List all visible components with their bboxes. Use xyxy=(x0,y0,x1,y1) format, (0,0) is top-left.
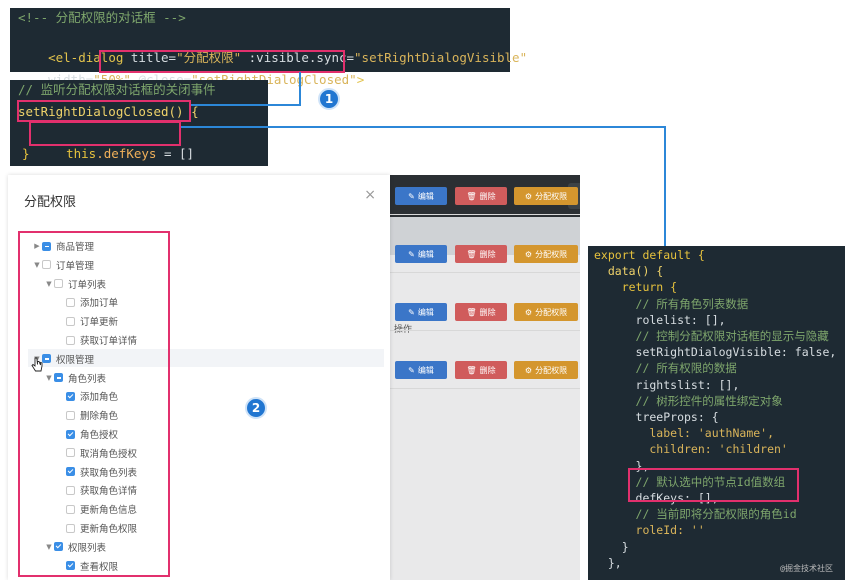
close-icon[interactable]: × xyxy=(364,187,376,203)
connector-1-vertical xyxy=(299,72,301,106)
edit-button-label: 编辑 xyxy=(417,191,434,201)
assign-rights-button-label: 分配权限 xyxy=(535,307,568,317)
code-line: data() { xyxy=(594,264,664,279)
code-line: rightslist: [], xyxy=(594,377,740,392)
delete-button[interactable]: 🗑 删除 xyxy=(455,187,507,205)
assign-rights-button-label: 分配权限 xyxy=(535,191,568,201)
defkeys-prop: .defKeys xyxy=(96,146,157,161)
pencil-icon: ✎ xyxy=(408,307,415,317)
empty-array: [] xyxy=(179,146,195,161)
edit-button[interactable]: ✎ 编辑 xyxy=(395,187,447,205)
gear-icon: ⚙ xyxy=(524,249,533,259)
delete-button-label: 删除 xyxy=(479,307,496,317)
table-row-divider xyxy=(388,330,580,331)
defkeys-data-highlight xyxy=(628,468,799,502)
tree-highlight xyxy=(18,231,170,577)
delete-button-label: 删除 xyxy=(479,365,496,375)
code-line: // 所有角色列表数据 xyxy=(594,296,749,311)
table-row-divider xyxy=(388,272,580,273)
data-code-block: export default { data() { return { // 所有… xyxy=(588,246,845,580)
table-row-divider xyxy=(388,388,580,389)
code-line: } xyxy=(594,539,629,554)
pencil-icon: ✎ xyxy=(408,249,415,259)
assign-rights-button[interactable]: ⚙ 分配权限 xyxy=(514,361,578,379)
code-line: // 所有权限的数据 xyxy=(594,361,737,376)
assign-rights-button[interactable]: ⚙ 分配权限 xyxy=(514,245,578,263)
el-dialog-open-line: <el-dialog title="分配权限" :visible.sync="s… xyxy=(18,28,527,65)
assign-rights-button-label: 分配权限 xyxy=(535,365,568,375)
visible-value: "setRightDialogVisible" xyxy=(354,50,528,65)
code-line: // 控制分配权限对话框的显示与隐藏 xyxy=(594,329,829,343)
watermark: @掘金技术社区 xyxy=(780,564,833,573)
handler-name-highlight xyxy=(17,100,191,122)
gear-icon: ⚙ xyxy=(524,307,533,317)
assign-rights-dialog: 分配权限 × ▶商品管理▼订单管理▼订单列表添加订单订单更新获取订单详情▼权限管… xyxy=(8,175,390,580)
gear-icon: ⚙ xyxy=(524,191,533,201)
cursor-icon xyxy=(31,357,43,372)
code-line: // 当前即将分配权限的角色id xyxy=(594,507,797,522)
edit-button-label: 编辑 xyxy=(417,249,434,259)
gear-icon: ⚙ xyxy=(524,365,533,375)
dialog-title: 分配权限 xyxy=(24,195,77,210)
code-line: // 树形控件的属性绑定对象 xyxy=(594,393,783,408)
handler-comment: // 监听分配权限对话框的关闭事件 xyxy=(18,82,216,97)
code-line: treeProps: { xyxy=(594,410,719,424)
delete-button-label: 删除 xyxy=(479,191,496,201)
connector-1-horizontal xyxy=(191,104,301,106)
operations-column-header: 操作 xyxy=(394,325,413,335)
assign-rights-button-label: 分配权限 xyxy=(535,249,568,259)
delete-button-label: 删除 xyxy=(479,249,496,259)
code-line: setRightDialogVisible: false, xyxy=(594,345,837,360)
delete-button[interactable]: 🗑 删除 xyxy=(455,361,507,379)
code-line: rolelist: [], xyxy=(594,312,726,327)
handler-close-brace: } xyxy=(22,146,30,161)
code-line: return { xyxy=(594,280,678,295)
edit-button[interactable]: ✎ 编辑 xyxy=(395,361,447,379)
assign-rights-button[interactable]: ⚙ 分配权限 xyxy=(514,187,578,205)
code-line: export default { xyxy=(594,248,705,262)
table-row-divider xyxy=(388,214,580,215)
code-line: }, xyxy=(594,555,622,570)
trash-icon: 🗑 xyxy=(466,365,477,375)
tag-end: > xyxy=(356,72,365,87)
connector-2-horizontal xyxy=(181,126,666,128)
equals: = xyxy=(156,146,180,161)
close-event-highlight xyxy=(99,50,345,73)
trash-icon: 🗑 xyxy=(466,191,477,201)
step-badge-2: 2 xyxy=(245,397,267,419)
edit-button-label: 编辑 xyxy=(417,307,434,317)
code-line: label: 'authName', xyxy=(594,426,775,441)
edit-button[interactable]: ✎ 编辑 xyxy=(395,245,447,263)
edit-button-label: 编辑 xyxy=(417,365,434,375)
trash-icon: 🗑 xyxy=(466,249,477,259)
pencil-icon: ✎ xyxy=(408,191,415,201)
template-comment: <!-- 分配权限的对话框 --> xyxy=(18,10,186,25)
defkeys-reset-highlight xyxy=(29,121,181,146)
delete-button[interactable]: 🗑 删除 xyxy=(455,303,507,321)
step-badge-1: 1 xyxy=(318,88,340,110)
this-keyword: this xyxy=(66,146,97,161)
code-line: roleId: '' xyxy=(594,523,705,538)
code-line: children: 'children' xyxy=(594,442,788,457)
edit-button[interactable]: ✎ 编辑 xyxy=(395,303,447,321)
assign-rights-button[interactable]: ⚙ 分配权限 xyxy=(514,303,578,321)
trash-icon: 🗑 xyxy=(466,307,477,317)
pencil-icon: ✎ xyxy=(408,365,415,375)
delete-button[interactable]: 🗑 删除 xyxy=(455,245,507,263)
